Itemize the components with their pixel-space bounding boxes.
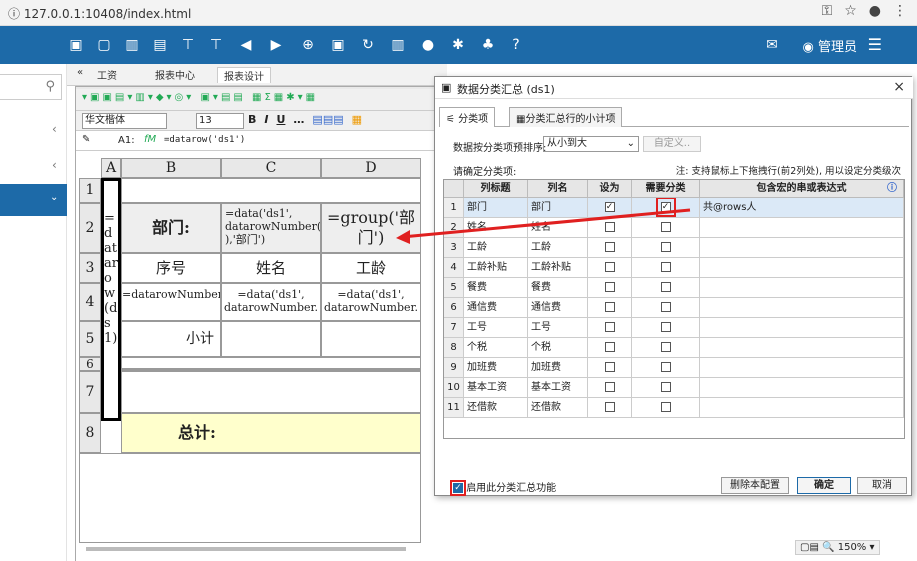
arrow-head: [396, 230, 410, 244]
arrow-line: [401, 208, 691, 239]
annotation-arrow: [396, 208, 691, 244]
